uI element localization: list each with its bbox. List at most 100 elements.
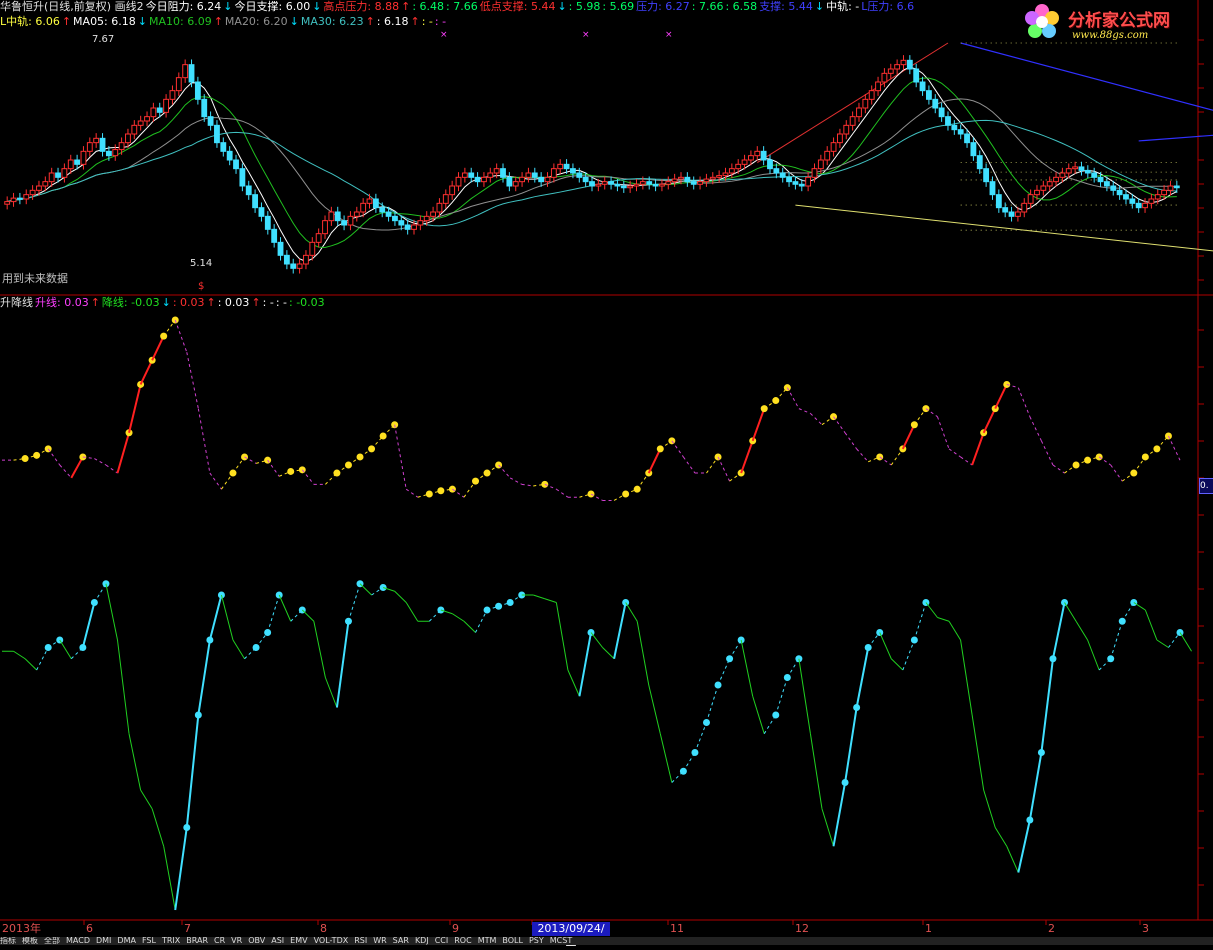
indicator-tab[interactable]: VOL-TDX (314, 937, 349, 945)
down-line-segment (971, 714, 985, 791)
candle-body (449, 185, 456, 196)
indicator-tab[interactable]: 全部 (44, 937, 60, 945)
price-header-item: : 6.58 (725, 0, 758, 13)
down-line-segment (1028, 752, 1043, 821)
indicator-tab[interactable]: MCST (550, 937, 572, 945)
price-header-item: 今日阻力: 6.24 (145, 0, 222, 13)
indicator-tab[interactable]: CCI (435, 937, 449, 945)
down-line-segment (752, 696, 765, 734)
down-line-segment (1110, 621, 1123, 659)
down-line-segment (533, 594, 545, 600)
candle-body (245, 185, 252, 196)
indicator-tab[interactable]: BRAR (186, 937, 208, 945)
indicator-tab[interactable]: 指标 (0, 937, 16, 945)
indicator-tab[interactable]: DMI (96, 937, 111, 945)
indicator-tab[interactable]: KDJ (415, 937, 429, 945)
indicator-tab[interactable]: PSY (529, 937, 544, 945)
candle-body (474, 176, 481, 183)
down-line-segment (717, 658, 731, 686)
indicator-tab[interactable]: OBV (248, 937, 265, 945)
candle-body (1078, 166, 1085, 171)
indicator-tab[interactable]: BOLL (502, 937, 523, 945)
up-line-segment (1110, 464, 1123, 482)
indicator-tab[interactable]: RSI (354, 937, 367, 945)
down-line-segment (347, 583, 361, 622)
candle-body (42, 181, 49, 187)
up-line-segment (405, 488, 419, 498)
candle-body (105, 150, 112, 157)
candle-body (455, 176, 462, 187)
candle-body (1053, 176, 1059, 183)
candle-body (1148, 198, 1155, 204)
candle-body (404, 224, 411, 230)
candle-body (976, 155, 983, 170)
down-line-segment (128, 733, 142, 791)
indicator-header-item: 降线: -0.03 (101, 296, 160, 309)
indicator-tab[interactable]: TRIX (162, 937, 180, 945)
candle-body (1040, 185, 1047, 191)
indicator-tab[interactable]: DMA (117, 937, 136, 945)
down-line-segment (994, 827, 1008, 847)
down-line-segment (105, 583, 118, 641)
down-line-segment (140, 789, 153, 810)
candle-body (659, 183, 665, 187)
candle-body (239, 168, 246, 187)
x-tick-label: 9 (452, 922, 459, 935)
candle-body (296, 263, 303, 269)
indicator-tab[interactable]: ASI (271, 937, 284, 945)
up-line-segment (751, 408, 766, 442)
price-header-item: 华鲁恒升(日线,前复权) 画线2 (0, 0, 144, 13)
candle-body (264, 215, 271, 230)
candle-body (697, 181, 703, 185)
indicator-tab[interactable]: EMV (290, 937, 307, 945)
l-resistance-line (1138, 134, 1213, 142)
candle-body (678, 176, 684, 180)
up-line-segment (47, 448, 61, 466)
candle-body (754, 150, 761, 157)
candle-body (131, 124, 138, 135)
candle-body (334, 211, 341, 222)
indicator-tab[interactable]: 模板 (22, 937, 38, 945)
candle-body (709, 176, 716, 180)
selected-date[interactable]: 2013/09/24/二 (532, 922, 610, 949)
down-line-segment (1075, 620, 1089, 641)
x-axis: 2013/09/24/二 2013年67891112123 (0, 922, 1213, 949)
candle-body (1161, 189, 1168, 196)
indicator-tab[interactable]: ROC (454, 937, 471, 945)
ma-header-item: ↓ (137, 15, 147, 28)
down-line-segment (13, 650, 26, 660)
indicator-tab[interactable]: VR (231, 937, 242, 945)
candle-body (557, 163, 564, 170)
down-line-segment (1040, 658, 1054, 753)
candle-body (500, 168, 506, 178)
down-line-segment (832, 782, 847, 847)
down-line-segment (313, 621, 326, 678)
ma-header-item: : 6.18 (376, 15, 409, 28)
down-line-segment (1051, 602, 1066, 659)
candle-body (1103, 181, 1110, 187)
candle-body (665, 181, 672, 185)
up-line-segment (647, 448, 662, 474)
candle-body (1059, 172, 1066, 178)
up-line-segment (244, 456, 257, 464)
price-header-item: ↓ (557, 0, 567, 13)
candle-body (207, 116, 214, 126)
up-line-segment (394, 424, 407, 490)
candle-body (525, 172, 532, 178)
up-line-segment (590, 493, 603, 501)
indicator-tab[interactable]: CR (214, 937, 225, 945)
down-line-segment (659, 733, 673, 783)
down-line-segment (821, 808, 835, 847)
indicator-tab[interactable]: FSL (142, 937, 156, 945)
indicator-tab[interactable]: SAR (393, 937, 409, 945)
up-line-segment (1029, 416, 1042, 442)
candle-body (843, 124, 850, 135)
indicator-tab[interactable]: MACD (66, 937, 90, 945)
down-line-segment (740, 639, 754, 697)
indicator-tab[interactable]: MTM (478, 937, 497, 945)
chart-canvas[interactable]: × × × (0, 0, 1213, 945)
indicator-tab[interactable]: WR (373, 937, 386, 945)
up-line-segment (452, 488, 465, 498)
down-line-segment (163, 846, 176, 911)
down-line-segment (405, 602, 419, 622)
